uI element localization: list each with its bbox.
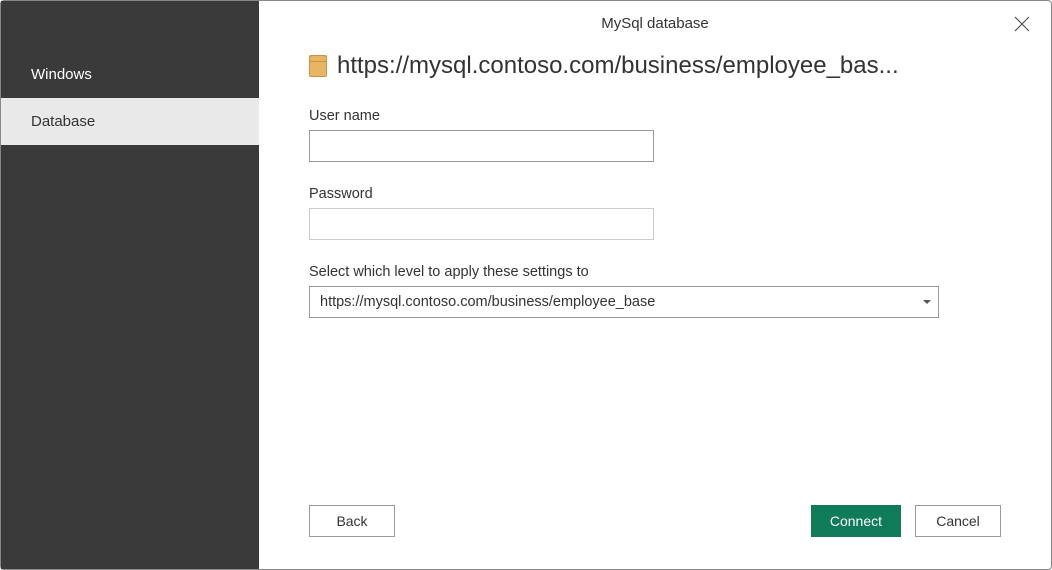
back-button[interactable]: Back — [309, 505, 395, 537]
main-panel: MySql database https://mysql.contoso.com… — [259, 1, 1051, 569]
datasource-url-row: https://mysql.contoso.com/business/emplo… — [309, 52, 1001, 80]
form-content: https://mysql.contoso.com/business/emplo… — [259, 42, 1051, 505]
level-select-value: https://mysql.contoso.com/business/emplo… — [320, 294, 655, 310]
username-input[interactable] — [309, 130, 654, 162]
close-button[interactable] — [1013, 15, 1031, 38]
sidebar-item-windows[interactable]: Windows — [1, 51, 259, 98]
level-label: Select which level to apply these settin… — [309, 264, 1001, 280]
cancel-button[interactable]: Cancel — [915, 505, 1001, 537]
username-label: User name — [309, 108, 1001, 124]
level-select[interactable]: https://mysql.contoso.com/business/emplo… — [309, 286, 939, 318]
dialog-footer: Back Connect Cancel — [259, 505, 1051, 569]
connect-button[interactable]: Connect — [811, 505, 901, 537]
level-select-box[interactable]: https://mysql.contoso.com/business/emplo… — [309, 286, 939, 318]
credential-dialog: Windows Database MySql database https://… — [0, 0, 1052, 570]
database-icon — [309, 55, 327, 77]
datasource-url: https://mysql.contoso.com/business/emplo… — [337, 52, 1001, 80]
password-label: Password — [309, 186, 1001, 202]
sidebar-item-database[interactable]: Database — [1, 98, 259, 145]
sidebar-item-label: Windows — [31, 66, 92, 83]
dialog-title: MySql database — [259, 1, 1051, 42]
auth-type-sidebar: Windows Database — [1, 1, 259, 569]
close-icon — [1013, 20, 1031, 37]
password-input[interactable] — [309, 208, 654, 240]
sidebar-item-label: Database — [31, 113, 95, 130]
